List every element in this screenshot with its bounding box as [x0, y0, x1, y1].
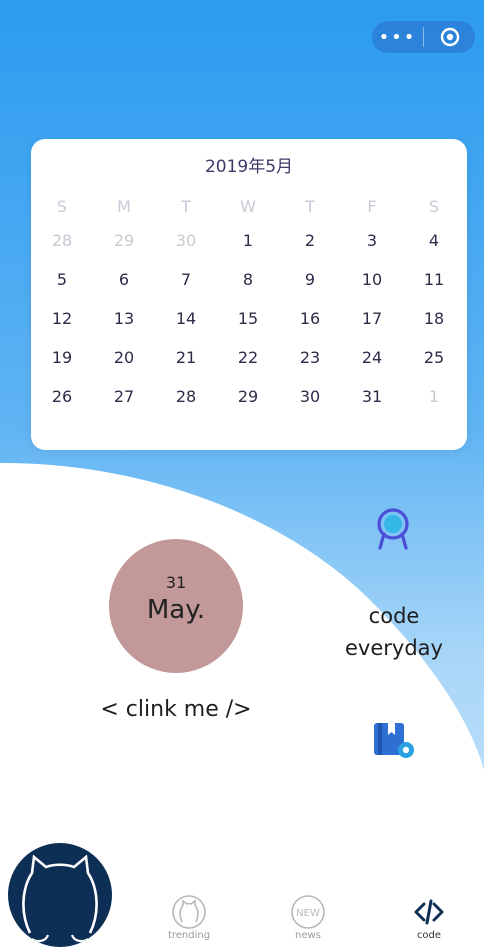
calendar-day[interactable]: 18 [404, 307, 464, 331]
weekday-label: M [117, 197, 131, 216]
tab-code[interactable]: code [394, 893, 464, 941]
more-dots-icon[interactable]: ••• [372, 21, 423, 53]
user-avatar[interactable] [8, 843, 112, 947]
calendar-day[interactable]: 5 [32, 268, 92, 292]
new-badge-icon: NEW [273, 893, 343, 935]
calendar-day[interactable]: 28 [32, 229, 92, 253]
calendar-day[interactable]: 22 [218, 346, 278, 370]
calendar-week-row: 12 13 14 15 16 17 18 [31, 307, 467, 331]
calendar-card: 2019年5月 SMTWTFS 28 29 30 1 2 3 4 5 6 7 8 9 10 11 12 13 1… [31, 139, 467, 450]
calendar-day[interactable]: 21 [156, 346, 216, 370]
calendar-day[interactable]: 27 [94, 385, 154, 409]
calendar-day[interactable]: 28 [156, 385, 216, 409]
calendar-day[interactable]: 25 [404, 346, 464, 370]
calendar-day[interactable]: 2 [280, 229, 340, 253]
calendar-day[interactable]: 29 [218, 385, 278, 409]
code-everyday-text: code everyday [334, 600, 454, 664]
award-icon[interactable] [372, 506, 414, 554]
calendar-day[interactable]: 16 [280, 307, 340, 331]
calendar-day[interactable]: 20 [94, 346, 154, 370]
weekday-label: T [181, 197, 191, 216]
target-circle-icon[interactable] [424, 21, 475, 53]
tab-news[interactable]: NEW news [273, 893, 343, 941]
calendar-day[interactable]: 29 [94, 229, 154, 253]
weekday-label: S [428, 197, 440, 216]
tab-code-label: code [416, 930, 442, 941]
calendar-day[interactable]: 3 [342, 229, 402, 253]
code-everyday-line2: everyday [345, 636, 443, 660]
weekday-label: W [240, 197, 256, 216]
weekday-label: S [56, 197, 68, 216]
calendar-day[interactable]: 1 [404, 385, 464, 409]
weekday-header-row: SMTWTFS [31, 195, 467, 219]
weekday-label: F [367, 197, 377, 216]
calendar-day[interactable]: 7 [156, 268, 216, 292]
today-day: 31 [165, 573, 187, 592]
calendar-day[interactable]: 23 [280, 346, 340, 370]
calendar-day[interactable]: 19 [32, 346, 92, 370]
calendar-day[interactable]: 8 [218, 268, 278, 292]
calendar-day[interactable]: 13 [94, 307, 154, 331]
calendar-week-row: 28 29 30 1 2 3 4 [31, 229, 467, 253]
today-month: May. [146, 595, 206, 625]
calendar-day[interactable]: 4 [404, 229, 464, 253]
calendar-day[interactable]: 1 [218, 229, 278, 253]
tab-news-label: news [295, 930, 321, 941]
weekday-label: T [305, 197, 315, 216]
calendar-day[interactable]: 24 [342, 346, 402, 370]
code-brackets-icon [394, 893, 464, 935]
code-everyday-line1: code [368, 604, 420, 628]
miniprogram-capsule: ••• [372, 21, 475, 53]
github-cat-icon [154, 893, 224, 935]
tab-trending[interactable]: trending [154, 893, 224, 941]
book-settings-icon[interactable] [372, 720, 416, 760]
calendar-week-row: 5 6 7 8 9 10 11 [31, 268, 467, 292]
calendar-day[interactable]: 17 [342, 307, 402, 331]
calendar-day[interactable]: 31 [342, 385, 402, 409]
calendar-day[interactable]: 10 [342, 268, 402, 292]
calendar-day[interactable]: 15 [218, 307, 278, 331]
calendar-week-row: 19 20 21 22 23 24 25 [31, 346, 467, 370]
calendar-day[interactable]: 6 [94, 268, 154, 292]
clink-me-link[interactable]: < clink me /> [96, 697, 256, 722]
tab-trending-label: trending [167, 930, 211, 941]
calendar-day[interactable]: 11 [404, 268, 464, 292]
calendar-title: 2019年5月 [204, 157, 294, 177]
today-date-button[interactable]: 31 May. [109, 539, 243, 673]
calendar-day[interactable]: 26 [32, 385, 92, 409]
calendar-day[interactable]: 30 [156, 229, 216, 253]
svg-text:NEW: NEW [296, 908, 320, 919]
calendar-week-row: 26 27 28 29 30 31 1 [31, 385, 467, 409]
calendar-day[interactable]: 9 [280, 268, 340, 292]
calendar-day[interactable]: 30 [280, 385, 340, 409]
calendar-day[interactable]: 14 [156, 307, 216, 331]
calendar-day[interactable]: 12 [32, 307, 92, 331]
